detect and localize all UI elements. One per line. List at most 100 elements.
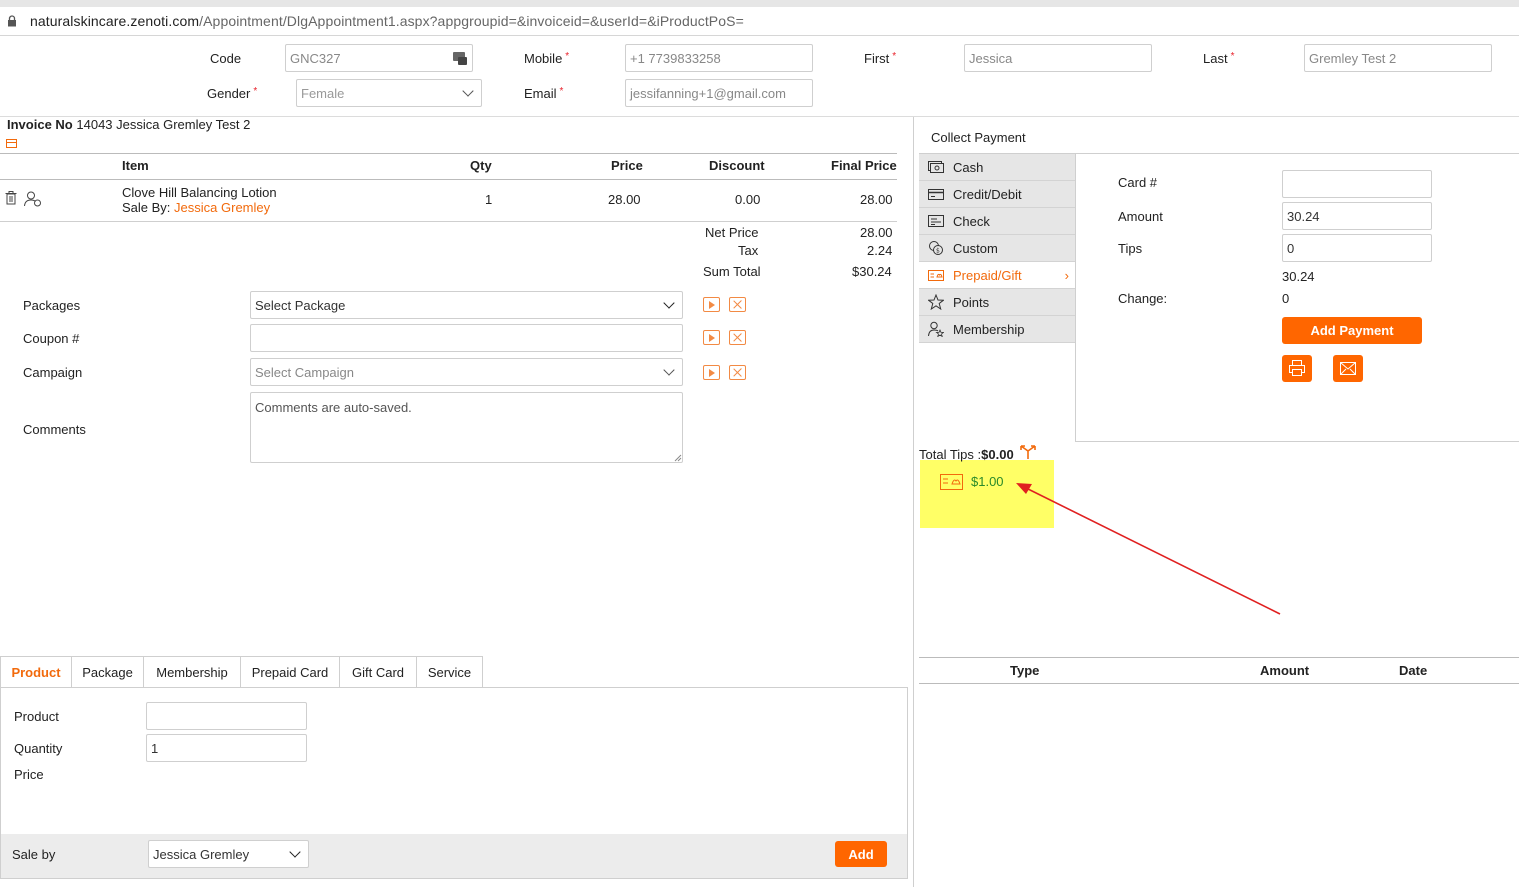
invoice-card-icon[interactable]	[6, 139, 17, 148]
campaign-select[interactable]: Select Campaign	[250, 358, 683, 386]
first-name-field[interactable]: Jessica	[964, 44, 1152, 72]
chevron-down-icon	[663, 364, 675, 376]
comments-textarea[interactable]: Comments are auto-saved.	[250, 392, 683, 463]
payment-method-cash[interactable]: Cash	[919, 154, 1075, 181]
col-final-price: Final Price	[831, 158, 897, 173]
row-price: 28.00	[608, 192, 641, 207]
chevron-down-icon	[289, 846, 301, 858]
add-payment-button[interactable]: Add Payment	[1282, 317, 1422, 344]
payment-method-check[interactable]: Check	[919, 208, 1075, 235]
sum-total-value: $30.24	[852, 264, 892, 279]
campaign-clear-icon[interactable]	[729, 365, 746, 380]
code-label: Code	[210, 51, 242, 66]
packages-label: Packages	[23, 298, 81, 313]
row-sale-by-name[interactable]: Jessica Gremley	[174, 200, 270, 215]
col-qty: Qty	[470, 158, 492, 173]
chevron-down-icon	[462, 85, 474, 97]
panel-divider	[913, 117, 914, 887]
code-field[interactable]: GNC327	[285, 44, 473, 72]
row-qty: 1	[485, 192, 493, 207]
chevron-down-icon	[663, 297, 675, 309]
campaign-label: Campaign	[23, 365, 83, 380]
lock-icon	[8, 15, 16, 27]
gender-select[interactable]: Female	[296, 79, 482, 107]
quantity-input[interactable]: 1	[146, 734, 307, 762]
payment-method-points[interactable]: Points	[919, 289, 1075, 316]
row-sale-by: Sale By: Jessica Gremley	[122, 200, 271, 215]
last-name-field[interactable]: Gremley Test 2	[1304, 44, 1492, 72]
history-header-border	[919, 683, 1519, 684]
address-bar[interactable]: naturalskincare.zenoti.com/Appointment/D…	[0, 0, 1519, 36]
change-value: 0	[1282, 291, 1290, 306]
split-tips-icon[interactable]	[1018, 444, 1038, 460]
price-label: Price	[14, 767, 44, 782]
payment-method-label: Membership	[953, 322, 1025, 337]
col-price: Price	[611, 158, 643, 173]
payment-method-label: Cash	[953, 160, 984, 175]
payment-method-membership[interactable]: Membership	[919, 316, 1075, 343]
resize-handle-icon[interactable]	[674, 454, 682, 462]
tab-package[interactable]: Package	[71, 656, 144, 688]
email-icon	[1340, 362, 1356, 375]
tips-input[interactable]: 0	[1282, 234, 1432, 262]
comments-label: Comments	[23, 422, 86, 437]
packages-apply-icon[interactable]	[703, 297, 720, 312]
col-discount: Discount	[709, 158, 765, 173]
payment-method-prepaid-gift[interactable]: Prepaid/Gift ›	[919, 262, 1075, 289]
tab-gift-card[interactable]: Gift Card	[339, 656, 417, 688]
svg-text:$: $	[936, 248, 940, 255]
packages-value: Select Package	[255, 298, 346, 313]
campaign-apply-icon[interactable]	[703, 365, 720, 380]
coupon-apply-icon[interactable]	[703, 330, 720, 345]
total-tips: Total Tips :$0.00	[919, 447, 1014, 462]
cash-icon	[928, 161, 944, 173]
amount-input[interactable]: 30.24	[1282, 202, 1432, 230]
tab-prepaid-card[interactable]: Prepaid Card	[240, 656, 340, 688]
gender-value: Female	[301, 86, 345, 101]
collect-payment-title: Collect Payment	[931, 130, 1026, 145]
card-number-label: Card #	[1118, 175, 1158, 190]
col-item: Item	[122, 158, 149, 173]
payment-form-border-bottom	[1075, 441, 1519, 442]
product-input[interactable]	[146, 702, 307, 730]
packages-clear-icon[interactable]	[729, 297, 746, 312]
payment-method-menu: Cash Credit/Debit Check $ Custom Prepaid…	[919, 154, 1075, 343]
payment-form-border-left	[1075, 154, 1076, 442]
user-edit-icon[interactable]	[24, 191, 42, 207]
email-field[interactable]: jessifanning+1@gmail.com	[625, 79, 813, 107]
url-text[interactable]: naturalskincare.zenoti.com/Appointment/D…	[30, 13, 744, 29]
tab-service[interactable]: Service	[416, 656, 483, 688]
tab-strip-border	[72, 687, 908, 688]
packages-select[interactable]: Select Package	[250, 291, 683, 319]
coupon-label: Coupon #	[23, 331, 80, 346]
card-number-input[interactable]	[1282, 170, 1432, 198]
tax-label: Tax	[738, 243, 759, 258]
amount-label: Amount	[1118, 209, 1163, 224]
last-label: Last *	[1203, 51, 1235, 66]
history-col-type: Type	[1010, 663, 1040, 678]
sale-by-bar	[1, 834, 907, 878]
gender-label: Gender *	[207, 86, 258, 101]
star-icon	[928, 294, 944, 310]
sale-by-select[interactable]: Jessica Gremley	[148, 840, 309, 868]
tab-product[interactable]: Product	[0, 656, 72, 688]
payment-subtotal: 30.24	[1282, 269, 1315, 284]
trash-icon[interactable]	[5, 191, 17, 205]
card-lookup-icon[interactable]	[453, 51, 467, 65]
row-discount: 0.00	[735, 192, 761, 207]
sum-total-label: Sum Total	[703, 264, 761, 279]
mobile-field[interactable]: +1 7739833258	[625, 44, 813, 72]
payment-method-custom[interactable]: $ Custom	[919, 235, 1075, 262]
payment-method-label: Custom	[953, 241, 998, 256]
add-item-button[interactable]: Add	[835, 841, 887, 867]
membership-icon	[928, 321, 944, 337]
payment-method-credit-debit[interactable]: Credit/Debit	[919, 181, 1075, 208]
print-button[interactable]	[1282, 355, 1312, 382]
coins-icon: $	[929, 241, 943, 255]
email-receipt-button[interactable]	[1333, 355, 1363, 382]
prepaid-balance[interactable]: $1.00	[971, 474, 1004, 489]
coupon-input[interactable]	[250, 324, 683, 352]
tab-membership[interactable]: Membership	[143, 656, 241, 688]
table-bottom-border	[0, 221, 897, 222]
coupon-clear-icon[interactable]	[729, 330, 746, 345]
